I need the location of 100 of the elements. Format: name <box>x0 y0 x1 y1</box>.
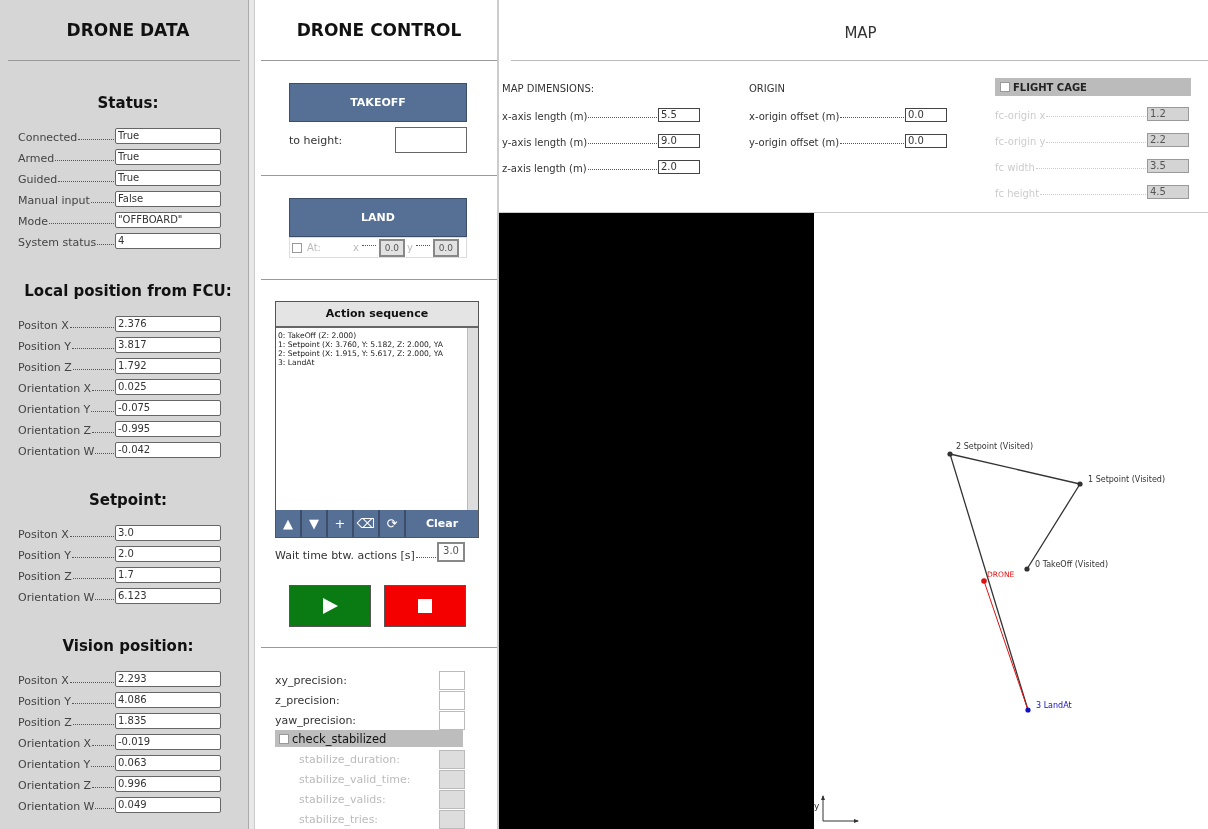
field-label: Wait time btw. actions [s] <box>275 549 415 563</box>
section-heading: Status: <box>96 94 160 112</box>
section-heading: ORIGIN <box>749 82 786 96</box>
panel-header: Action sequence <box>276 302 478 329</box>
field-label: Positon X <box>18 528 69 541</box>
field-label: z_precision: <box>275 693 340 707</box>
field-label: Orientation Z <box>18 779 92 792</box>
value-field[interactable]: 3.817 <box>115 337 221 353</box>
value-field[interactable]: 9.0 <box>658 134 700 148</box>
value-field[interactable]: -0.042 <box>115 442 221 458</box>
field-label: Position Z <box>18 570 72 583</box>
panel-title: MAP <box>843 23 878 44</box>
field-label: Positon X <box>18 674 69 687</box>
input-field[interactable] <box>439 690 465 710</box>
value-field[interactable]: "OFFBOARD" <box>115 212 221 228</box>
scrollbar[interactable] <box>467 328 478 511</box>
field-label: x-axis length (m) <box>502 111 588 122</box>
section-heading: MAP DIMENSIONS: <box>502 82 596 96</box>
field-label: System status <box>18 236 97 249</box>
field-label: Position Y <box>18 549 72 562</box>
value-field[interactable]: 0.0 <box>905 134 947 148</box>
waypoint-label: 0 TakeOff (Visited) <box>1035 560 1108 569</box>
section-heading: Local position from FCU: <box>23 282 233 300</box>
value-field[interactable]: 4.086 <box>115 692 221 708</box>
checkbox-label: FLIGHT CAGE <box>1013 81 1087 93</box>
start-button[interactable] <box>289 585 371 628</box>
value-field[interactable]: True <box>115 128 221 144</box>
value-field[interactable]: True <box>115 170 221 186</box>
panel-splitter[interactable] <box>248 0 255 829</box>
value-field[interactable]: 0.025 <box>115 379 221 395</box>
field-label: stabilize_valids: <box>299 792 386 806</box>
panel-title: DRONE DATA <box>65 19 191 42</box>
value-field[interactable]: False <box>115 191 221 207</box>
value-field[interactable]: -0.019 <box>115 734 221 750</box>
value-field[interactable]: 2.293 <box>115 671 221 687</box>
field-label: At: <box>307 242 321 254</box>
value-field[interactable]: 0.0 <box>905 108 947 122</box>
field-label: stabilize_duration: <box>299 752 400 766</box>
input-field[interactable] <box>439 710 465 730</box>
waypoint-label: 3 LandAt <box>1036 701 1072 710</box>
waypoint-label: 1 Setpoint (Visited) <box>1088 475 1165 484</box>
field-label: xy_precision: <box>275 673 347 687</box>
value-field[interactable]: -0.995 <box>115 421 221 437</box>
value-field[interactable]: 3.0 <box>437 542 465 563</box>
value-field[interactable]: 0.049 <box>115 797 221 813</box>
field-label: y <box>406 242 413 254</box>
checkbox[interactable] <box>279 733 289 744</box>
field-label: Orientation X <box>18 382 92 395</box>
field-label: yaw_precision: <box>275 713 357 727</box>
value-field[interactable]: 1.7 <box>115 567 221 583</box>
value-field[interactable]: 2.0 <box>115 546 221 562</box>
takeoff-button[interactable]: TAKEOFF <box>289 83 467 123</box>
field-label: y-axis length (m) <box>502 137 588 148</box>
value-field[interactable]: 0.063 <box>115 755 221 771</box>
field-label: Orientation X <box>18 737 92 750</box>
field-label: Position Z <box>18 716 72 729</box>
waypoint-label: 2 Setpoint (Visited) <box>956 442 1033 451</box>
value-field[interactable]: 1.835 <box>115 713 221 729</box>
value-field[interactable]: 4 <box>115 233 221 249</box>
value-field[interactable]: True <box>115 149 221 165</box>
value-field[interactable]: 2.0 <box>658 160 700 174</box>
check-stabilized-bar[interactable]: check_stabilized <box>275 730 463 748</box>
value-field[interactable]: 3.0 <box>115 525 221 541</box>
field-label: stabilize_tries: <box>299 812 379 826</box>
field-label: Positon X <box>18 319 69 332</box>
field-label: Mode <box>18 215 48 228</box>
stop-button[interactable] <box>384 585 466 628</box>
field-label: Orientation Z <box>18 424 92 437</box>
field-label: Orientation Y <box>18 758 91 771</box>
field-label: x <box>352 242 359 254</box>
field-label: Position Y <box>18 695 72 708</box>
axes-icon <box>821 795 859 823</box>
play-icon <box>321 597 339 616</box>
field-label: Armed <box>18 152 55 165</box>
value-field[interactable]: -0.075 <box>115 400 221 416</box>
checkbox[interactable] <box>1000 82 1010 92</box>
input-field[interactable] <box>439 670 465 690</box>
toolbar-button[interactable]: ⌫ <box>354 510 380 538</box>
value-field[interactable]: 5.5 <box>658 108 700 122</box>
field-label: Orientation W <box>18 445 95 458</box>
value-field[interactable]: 6.123 <box>115 588 221 604</box>
flight-cage-bar[interactable]: FLIGHT CAGE <box>995 78 1191 96</box>
value-field[interactable]: 2.376 <box>115 316 221 332</box>
field-label: Orientation W <box>18 800 95 813</box>
field-label: Connected <box>18 131 78 144</box>
field-label: Position Y <box>18 340 72 353</box>
section-heading: Setpoint: <box>87 491 169 509</box>
stop-icon <box>418 599 432 614</box>
field-label: Guided <box>18 173 58 186</box>
field-label: x-origin offset (m) <box>749 111 840 122</box>
field-label: Position Z <box>18 361 72 374</box>
height-field[interactable] <box>395 127 467 154</box>
value-field[interactable]: 0.996 <box>115 776 221 792</box>
panel-title: DRONE CONTROL <box>295 19 463 42</box>
field-label: stabilize_valid_time: <box>299 772 411 786</box>
field-label: Manual input <box>18 194 90 207</box>
value-field[interactable]: 1.792 <box>115 358 221 374</box>
field-label: Orientation W <box>18 591 95 604</box>
field-label: z-axis length (m) <box>502 163 587 174</box>
field-label: Orientation Y <box>18 403 91 416</box>
